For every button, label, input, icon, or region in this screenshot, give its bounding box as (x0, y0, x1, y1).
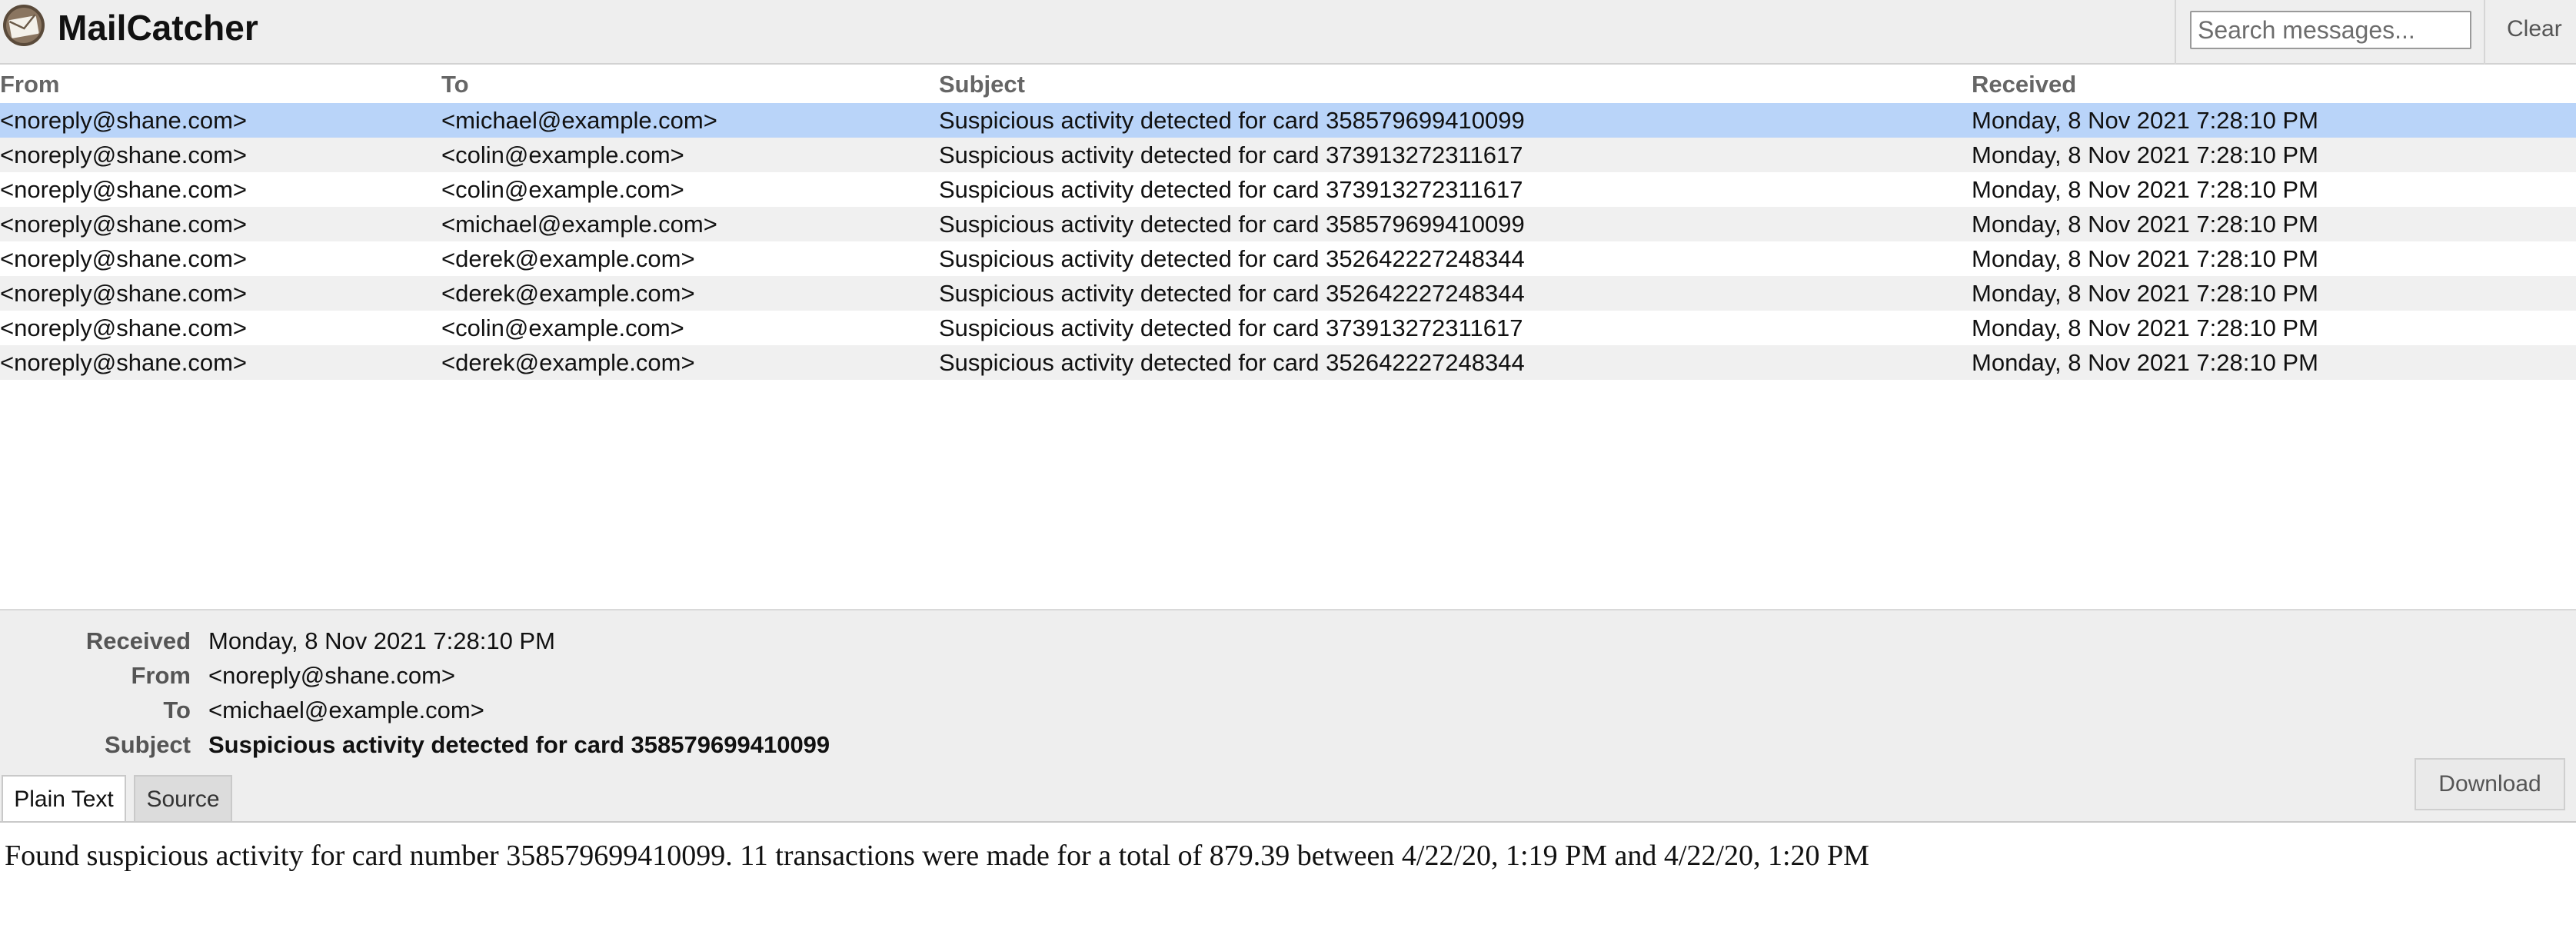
detail-from-row: From <noreply@shane.com> (0, 659, 2576, 693)
message-row[interactable]: <noreply@shane.com> <colin@example.com> … (0, 172, 2576, 207)
message-row[interactable]: <noreply@shane.com> <derek@example.com> … (0, 345, 2576, 380)
tab-plain-text[interactable]: Plain Text (2, 775, 126, 823)
message-body-text: Found suspicious activity for card numbe… (5, 840, 1869, 872)
tab-source[interactable]: Source (134, 775, 232, 821)
column-header-subject[interactable]: Subject (939, 71, 1025, 98)
message-row[interactable]: <noreply@shane.com> <colin@example.com> … (0, 311, 2576, 345)
row-from: <noreply@shane.com> (0, 176, 247, 203)
row-received: Monday, 8 Nov 2021 7:28:10 PM (1972, 314, 2318, 341)
subject-value: Suspicious activity detected for card 35… (208, 731, 830, 758)
to-value: <michael@example.com> (208, 697, 484, 723)
row-subject: Suspicious activity detected for card 37… (939, 176, 1523, 203)
row-subject: Suspicious activity detected for card 35… (939, 245, 1525, 272)
column-header-from[interactable]: From (0, 71, 60, 98)
message-list: From To Subject Received <noreply@shane.… (0, 65, 2576, 380)
row-from: <noreply@shane.com> (0, 280, 247, 307)
clear-container: Clear (2484, 0, 2576, 65)
message-row[interactable]: <noreply@shane.com> <colin@example.com> … (0, 138, 2576, 172)
row-to: <colin@example.com> (441, 176, 684, 203)
row-to: <colin@example.com> (441, 314, 684, 341)
received-label: Received (85, 627, 191, 654)
row-received: Monday, 8 Nov 2021 7:28:10 PM (1972, 176, 2318, 203)
row-received: Monday, 8 Nov 2021 7:28:10 PM (1972, 107, 2318, 134)
row-subject: Suspicious activity detected for card 37… (939, 141, 1523, 168)
row-to: <derek@example.com> (441, 349, 695, 376)
column-header-received[interactable]: Received (1972, 71, 2076, 98)
row-to: <derek@example.com> (441, 245, 695, 272)
message-detail: Received Monday, 8 Nov 2021 7:28:10 PM F… (0, 609, 2576, 823)
received-value: Monday, 8 Nov 2021 7:28:10 PM (208, 627, 555, 654)
app-title: MailCatcher (58, 8, 258, 48)
to-label: To (163, 697, 191, 723)
detail-received-row: Received Monday, 8 Nov 2021 7:28:10 PM (0, 624, 2576, 658)
row-received: Monday, 8 Nov 2021 7:28:10 PM (1972, 211, 2318, 238)
from-label: From (131, 662, 191, 689)
message-row[interactable]: <noreply@shane.com> <derek@example.com> … (0, 276, 2576, 311)
row-received: Monday, 8 Nov 2021 7:28:10 PM (1972, 280, 2318, 307)
row-subject: Suspicious activity detected for card 35… (939, 349, 1525, 376)
row-subject: Suspicious activity detected for card 37… (939, 314, 1523, 341)
column-header-to[interactable]: To (441, 71, 469, 98)
clear-button[interactable]: Clear (2507, 15, 2562, 43)
message-body: Found suspicious activity for card numbe… (0, 821, 2576, 938)
row-from: <noreply@shane.com> (0, 314, 247, 341)
row-received: Monday, 8 Nov 2021 7:28:10 PM (1972, 141, 2318, 168)
message-row[interactable]: <noreply@shane.com> <michael@example.com… (0, 207, 2576, 241)
row-from: <noreply@shane.com> (0, 245, 247, 272)
mailcatcher-logo-icon (3, 5, 45, 46)
row-from: <noreply@shane.com> (0, 349, 247, 376)
subject-label: Subject (105, 731, 191, 758)
message-row[interactable]: <noreply@shane.com> <michael@example.com… (0, 103, 2576, 138)
row-to: <derek@example.com> (441, 280, 695, 307)
row-subject: Suspicious activity detected for card 35… (939, 280, 1525, 307)
row-subject: Suspicious activity detected for card 35… (939, 211, 1525, 238)
row-received: Monday, 8 Nov 2021 7:28:10 PM (1972, 245, 2318, 272)
row-from: <noreply@shane.com> (0, 211, 247, 238)
detail-to-row: To <michael@example.com> (0, 694, 2576, 727)
search-input[interactable] (2190, 11, 2471, 49)
app-header: MailCatcher Clear (0, 0, 2576, 65)
list-header: From To Subject Received (0, 65, 2576, 103)
search-container (2175, 0, 2484, 65)
detail-subject-row: Subject Suspicious activity detected for… (0, 728, 2576, 762)
row-to: <colin@example.com> (441, 141, 684, 168)
from-value: <noreply@shane.com> (208, 662, 455, 689)
message-row[interactable]: <noreply@shane.com> <derek@example.com> … (0, 241, 2576, 276)
row-to: <michael@example.com> (441, 107, 717, 134)
row-from: <noreply@shane.com> (0, 141, 247, 168)
row-received: Monday, 8 Nov 2021 7:28:10 PM (1972, 349, 2318, 376)
download-button[interactable]: Download (2415, 758, 2565, 810)
row-to: <michael@example.com> (441, 211, 717, 238)
row-from: <noreply@shane.com> (0, 107, 247, 134)
row-subject: Suspicious activity detected for card 35… (939, 107, 1525, 134)
